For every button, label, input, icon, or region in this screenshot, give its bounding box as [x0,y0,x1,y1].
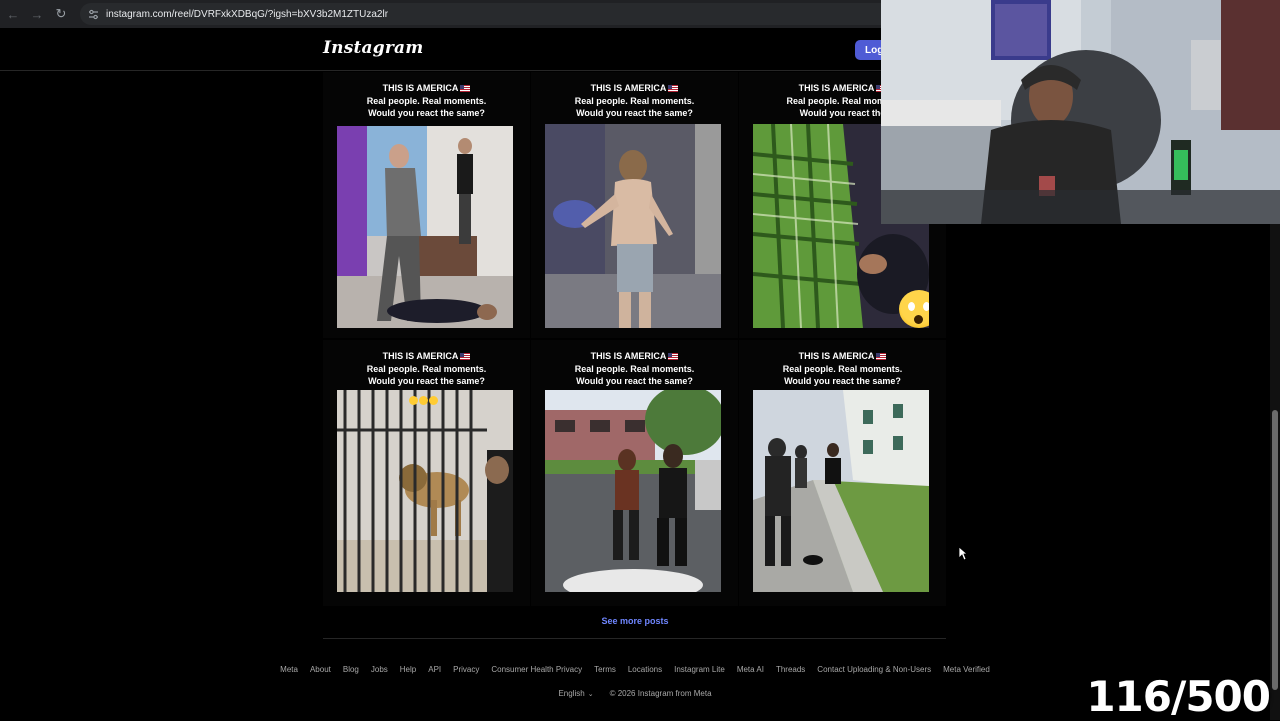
back-icon[interactable]: ← [2,3,24,25]
footer-link[interactable]: Meta [280,665,298,674]
post-tile[interactable]: THIS IS AMERICA Real people. Real moment… [323,340,530,606]
post-tile[interactable]: THIS IS AMERICA Real people. Real moment… [739,340,946,606]
footer-link[interactable]: Meta Verified [943,665,990,674]
footer-meta: English ⌄ © 2026 Instagram from Meta [0,689,1270,698]
footer-links: Meta About Blog Jobs Help API Privacy Co… [0,665,1270,674]
caption-line-3: Would you react the same? [368,376,485,386]
footer-link[interactable]: Meta AI [737,665,764,674]
post-caption: THIS IS AMERICA Real people. Real moment… [531,350,738,388]
us-flag-icon [460,85,471,93]
caption-line-1: THIS IS AMERICA [590,83,667,93]
caption-line-1: THIS IS AMERICA [382,351,459,361]
footer-link[interactable]: Jobs [371,665,388,674]
language-label: English [558,689,585,698]
post-thumbnail[interactable] [337,390,513,592]
scared-emoji-icons [409,392,441,405]
post-caption: THIS IS AMERICA Real people. Real moment… [323,350,530,388]
mouse-cursor-icon [958,546,968,561]
post-thumbnail[interactable] [545,390,721,592]
footer-link[interactable]: Consumer Health Privacy [491,665,582,674]
post-thumbnail[interactable] [545,124,721,328]
caption-line-1: THIS IS AMERICA [798,83,875,93]
footer-link[interactable]: Contact Uploading & Non-Users [817,665,931,674]
post-caption: THIS IS AMERICA Real people. Real moment… [531,82,738,120]
url-text[interactable]: instagram.com/reel/DVRFxkXDBqG/?igsh=bXV… [106,9,388,20]
caption-line-1: THIS IS AMERICA [590,351,667,361]
post-caption: THIS IS AMERICA Real people. Real moment… [739,350,946,388]
webcam-overlay [881,0,1280,224]
caption-line-2: Real people. Real moments. [574,95,695,106]
caption-line-3: Would you react the same? [784,376,901,386]
footer-link[interactable]: Instagram Lite [674,665,725,674]
caption-line-2: Real people. Real moments. [782,363,903,374]
post-tile[interactable]: THIS IS AMERICA Real people. Real moment… [531,72,738,338]
posts-grid: THIS IS AMERICA Real people. Real moment… [323,72,946,606]
post-tile[interactable]: THIS IS AMERICA Real people. Real moment… [531,340,738,606]
caption-line-1: THIS IS AMERICA [382,83,459,93]
footer-link[interactable]: Blog [343,665,359,674]
language-selector[interactable]: English ⌄ [558,689,593,698]
post-thumbnail[interactable] [753,390,929,592]
forward-icon[interactable]: → [26,3,48,25]
reload-icon[interactable]: ↻ [50,3,72,25]
caption-line-1: THIS IS AMERICA [798,351,875,361]
us-flag-icon [668,85,679,93]
us-flag-icon [876,353,887,361]
instagram-logo[interactable]: Instagram [323,38,423,58]
progress-counter: 116/500 [1086,672,1271,721]
chevron-down-icon: ⌄ [587,691,594,698]
footer-link[interactable]: About [310,665,331,674]
post-tile[interactable]: THIS IS AMERICA Real people. Real moment… [323,72,530,338]
scrollbar-thumb[interactable] [1272,410,1278,690]
footer-divider [323,638,946,639]
caption-line-3: Would you react the same? [368,108,485,118]
footer-link[interactable]: Threads [776,665,805,674]
caption-line-3: Would you react the same? [576,108,693,118]
footer-link[interactable]: Locations [628,665,662,674]
footer-link[interactable]: Terms [594,665,616,674]
post-thumbnail[interactable] [337,126,513,328]
caption-line-2: Real people. Real moments. [366,95,487,106]
post-caption: THIS IS AMERICA Real people. Real moment… [323,82,530,120]
footer-link[interactable]: API [428,665,441,674]
footer-link[interactable]: Privacy [453,665,479,674]
caption-line-2: Real people. Real moments. [366,363,487,374]
caption-line-2: Real people. Real moments. [574,363,695,374]
site-info-icon[interactable] [84,5,102,23]
caption-line-3: Would you react the same? [576,376,693,386]
address-bar[interactable]: instagram.com/reel/DVRFxkXDBqG/?igsh=bXV… [80,3,900,25]
see-more-posts-link[interactable]: See more posts [0,616,1270,626]
footer-link[interactable]: Help [400,665,416,674]
us-flag-icon [460,353,471,361]
us-flag-icon [668,353,679,361]
copyright-text: © 2026 Instagram from Meta [609,689,712,698]
